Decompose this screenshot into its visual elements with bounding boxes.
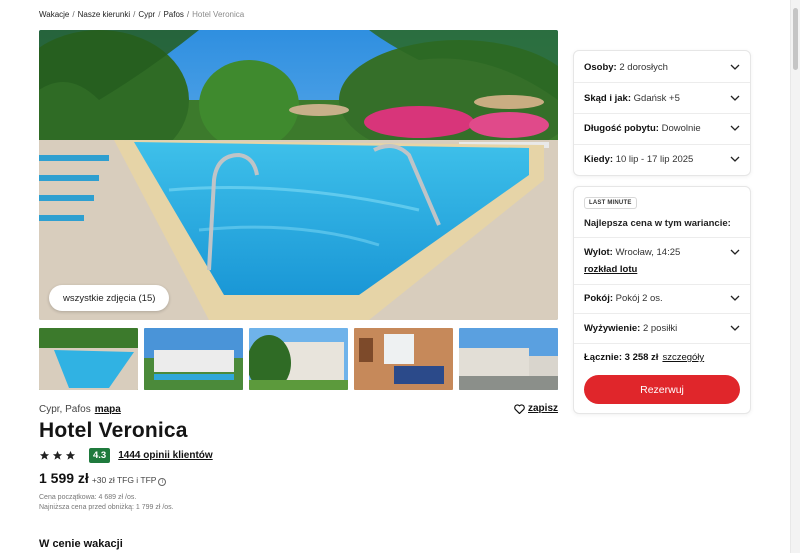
total-label: Łącznie: 3 258 zł [584, 352, 659, 363]
page-scrollbar[interactable] [790, 0, 800, 553]
room-selector[interactable]: Pokój: Pokój 2 os. [584, 291, 740, 305]
scrollbar-thumb[interactable] [793, 8, 798, 70]
chevron-down-icon [730, 95, 740, 101]
duration-label: Długość pobytu: [584, 122, 659, 134]
breadcrumb-item-kierunki[interactable]: Nasze kierunki [78, 10, 130, 19]
departure-selector[interactable]: Skąd i jak: Gdańsk +5 [584, 91, 740, 105]
location-text: Cypr, Pafos [39, 404, 91, 415]
star-icon [65, 450, 76, 460]
board-label: Wyżywienie: [584, 322, 641, 334]
thumbnail-exterior-photo [459, 328, 558, 390]
hero-photo[interactable]: wszystkie zdjęcia (15) [39, 30, 558, 320]
hotel-name: Hotel Veronica [39, 419, 188, 442]
divider [574, 82, 750, 83]
date-selector[interactable]: Kiedy: 10 lip - 17 lip 2025 [584, 152, 740, 166]
price: 1 599 zł [39, 470, 89, 486]
breadcrumb-current: Hotel Veronica [192, 10, 245, 19]
save-button[interactable]: zapisz [514, 403, 558, 414]
thumbnail-1[interactable] [39, 328, 138, 390]
offer-card: LAST MINUTE Najlepsza cena w tym warianc… [573, 186, 751, 414]
divider [574, 284, 750, 285]
search-params-card: Osoby: 2 dorosłych Skąd i jak: Gdańsk +5… [573, 50, 751, 176]
chevron-down-icon [730, 249, 740, 255]
thumbnail-building-photo [144, 328, 243, 390]
departure-label: Wylot: [584, 246, 613, 258]
divider [574, 343, 750, 344]
flight-schedule-link[interactable]: rozkład lotu [584, 264, 637, 275]
map-link[interactable]: mapa [95, 404, 121, 415]
departure-value: Wrocław, 14:25 [615, 246, 681, 258]
lowest-price-note: Najniższa cena przed obniżką: 1 799 zł /… [39, 504, 174, 511]
board-value: 2 posiłki [642, 322, 678, 334]
people-label: Osoby: [584, 61, 617, 73]
chevron-down-icon [730, 125, 740, 131]
breadcrumb-item-wakacje[interactable]: Wakacje [39, 10, 69, 19]
pool-photo [39, 30, 558, 320]
breadcrumb-separator: / [158, 10, 161, 19]
from-label: Skąd i jak: [584, 92, 631, 104]
breadcrumb-separator: / [133, 10, 136, 19]
thumbnail-2[interactable] [144, 328, 243, 390]
thumbnail-4[interactable] [354, 328, 453, 390]
breadcrumb-separator: / [186, 10, 190, 19]
start-price-note: Cena początkowa: 4 689 zł /os. [39, 494, 137, 501]
reviews-link[interactable]: 1444 opinii klientów [118, 450, 212, 461]
flight-selector[interactable]: Wylot: Wrocław, 14:25 [584, 245, 740, 259]
thumbnail-5[interactable] [459, 328, 558, 390]
when-label: Kiedy: [584, 153, 614, 165]
room-value: Pokój 2 os. [615, 292, 663, 304]
price-extra: +30 zł TFG i TFP [91, 475, 157, 485]
duration-value: Dowolnie [661, 122, 701, 134]
breadcrumb-item-pafos[interactable]: Pafos [163, 10, 183, 19]
chevron-down-icon [730, 156, 740, 162]
thumbnail-pool-photo [39, 328, 138, 390]
room-label: Pokój: [584, 292, 614, 304]
breadcrumb-separator: / [72, 10, 75, 19]
thumbnail-3[interactable] [249, 328, 348, 390]
save-label: zapisz [528, 403, 559, 414]
all-photos-button[interactable]: wszystkie zdjęcia (15) [49, 285, 170, 311]
rating-badge: 4.3 [89, 448, 111, 463]
hotel-location: Cypr, Pafos mapa [39, 404, 121, 415]
divider [574, 113, 750, 114]
total-price: Łącznie: 3 258 zł szczegóły [584, 352, 704, 363]
thumbnail-garden-photo [249, 328, 348, 390]
divider [574, 313, 750, 314]
details-link[interactable]: szczegóły [662, 352, 704, 363]
breadcrumb-item-cypr[interactable]: Cypr [138, 10, 155, 19]
chevron-down-icon [730, 295, 740, 301]
chevron-down-icon [730, 325, 740, 331]
star-icon [39, 450, 50, 460]
section-title: W cenie wakacji [39, 538, 123, 550]
thumbnail-room-photo [354, 328, 453, 390]
divider [574, 144, 750, 145]
from-value: Gdańsk +5 [633, 92, 680, 104]
info-icon[interactable]: i [158, 478, 167, 486]
breadcrumb: Wakacje / Nasze kierunki / Cypr / Pafos / Hotel … [39, 10, 244, 19]
thumbnail-strip [39, 328, 558, 390]
people-value: 2 dorosłych [619, 61, 668, 73]
last-minute-badge: LAST MINUTE [584, 197, 637, 209]
people-selector[interactable]: Osoby: 2 dorosłych [584, 60, 740, 74]
heart-icon [514, 403, 525, 414]
rating-row: 4.3 1444 opinii klientów [39, 448, 213, 463]
best-price-heading: Najlepsza cena w tym wariancie: [584, 218, 731, 229]
duration-selector[interactable]: Długość pobytu: Dowolnie [584, 121, 740, 135]
board-selector[interactable]: Wyżywienie: 2 posiłki [584, 321, 740, 335]
chevron-down-icon [730, 64, 740, 70]
price-row: 1 599 zł +30 zł TFG i TFP i [39, 470, 167, 486]
star-icon [52, 450, 63, 460]
hotel-stars [39, 450, 76, 461]
reserve-button[interactable]: Rezerwuj [584, 375, 740, 404]
when-value: 10 lip - 17 lip 2025 [615, 153, 694, 165]
divider [574, 237, 750, 238]
